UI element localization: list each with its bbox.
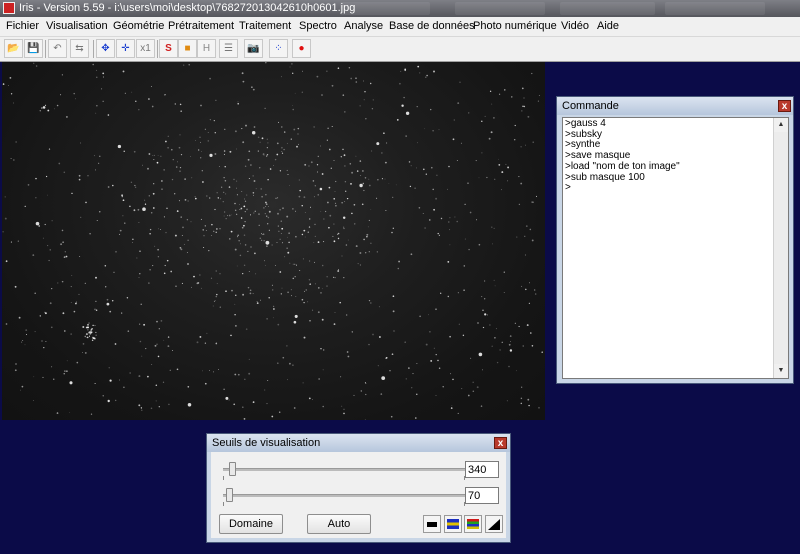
menu-pretraitement[interactable]: Prétraitement [168,20,234,32]
command-window: Commande x >gauss 4 >subsky >synthe >sav… [556,96,794,384]
background-tab [340,2,430,15]
command-prompt: > [565,182,571,194]
undo-icon[interactable]: ↶ [48,39,67,58]
star-field-image [2,62,543,420]
low-threshold-slider[interactable] [226,488,233,502]
adjust-icon[interactable]: ⇆ [70,39,89,58]
menu-photo-numerique[interactable]: Photo numérique [473,20,557,32]
command-scrollbar[interactable]: ▲ ▼ [773,118,788,378]
dots-icon[interactable]: ⁘ [269,39,288,58]
high-threshold-slider[interactable] [229,462,236,476]
menu-aide[interactable]: Aide [597,20,619,32]
toolbar-separator [157,40,158,58]
menu-traitement[interactable]: Traitement [239,20,291,32]
save-icon[interactable]: 💾 [24,39,43,58]
lut-color-icon[interactable] [444,515,462,533]
zoom-x1-icon[interactable]: x1 [136,39,155,58]
command-line: >load "nom de ton image" [565,160,680,172]
high-threshold-input[interactable]: 340 [465,461,499,478]
slider-tick [223,502,224,506]
close-icon[interactable]: x [778,100,791,112]
background-tab [455,2,545,15]
menu-fichier[interactable]: Fichier [6,20,39,32]
menu-visualisation[interactable]: Visualisation [46,20,108,32]
window-title: Iris - Version 5.59 - i:\users\moi\deskt… [19,2,356,14]
slice-icon[interactable]: S [159,39,178,58]
cross-icon[interactable]: ✛ [116,39,135,58]
command-console[interactable]: >gauss 4 >subsky >synthe >save masque >l… [562,117,789,379]
lut-rainbow-icon[interactable] [464,515,482,533]
high-threshold-track [223,468,465,471]
app-icon [3,2,15,14]
scroll-up-icon[interactable]: ▲ [774,118,788,132]
lut-gradient-icon[interactable] [485,515,503,533]
camera-icon[interactable]: 📷 [244,39,263,58]
title-bar: Iris - Version 5.59 - i:\users\moi\deskt… [0,0,800,17]
slider-tick [223,476,224,480]
command-line: >sub masque 100 [565,171,645,183]
toolbar: 📂 💾 ↶ ⇆ ✥ ✛ x1 S ■ H ☰ 📷 ⁘ ● [0,37,800,62]
thresholds-window: Seuils de visualisation x 340 70 Domaine… [206,433,511,543]
lut-black-white-icon[interactable] [423,515,441,533]
low-threshold-input[interactable]: 70 [465,487,499,504]
menu-analyse[interactable]: Analyse [344,20,383,32]
command-window-title: Commande [562,100,619,112]
close-icon[interactable]: x [494,437,507,449]
header-icon[interactable]: H [197,39,216,58]
command-lines: >gauss 4 >subsky >synthe >save masque >l… [565,118,680,194]
toolbar-separator [93,40,94,58]
low-threshold-track [223,494,465,497]
menu-base-de-donnees[interactable]: Base de données [389,20,475,32]
menu-video[interactable]: Vidéo [561,20,589,32]
open-icon[interactable]: 📂 [4,39,23,58]
move-icon[interactable]: ✥ [96,39,115,58]
background-tab [560,2,655,15]
thresholds-panel: 340 70 Domaine Auto [211,452,506,538]
thresholds-window-titlebar[interactable]: Seuils de visualisation x [207,434,510,452]
background-tab [665,2,765,15]
list-icon[interactable]: ☰ [219,39,238,58]
point-icon[interactable]: ● [292,39,311,58]
thresholds-window-title: Seuils de visualisation [212,437,321,449]
menu-bar: Fichier Visualisation Géométrie Prétrait… [0,17,800,37]
menu-geometrie[interactable]: Géométrie [113,20,164,32]
menu-spectro[interactable]: Spectro [299,20,337,32]
command-window-titlebar[interactable]: Commande x [557,97,793,115]
toolbar-separator [45,40,46,58]
domaine-button[interactable]: Domaine [219,514,283,534]
image-canvas[interactable] [2,62,545,420]
auto-button[interactable]: Auto [307,514,371,534]
frame-icon[interactable]: ■ [178,39,197,58]
scroll-down-icon[interactable]: ▼ [774,364,788,378]
